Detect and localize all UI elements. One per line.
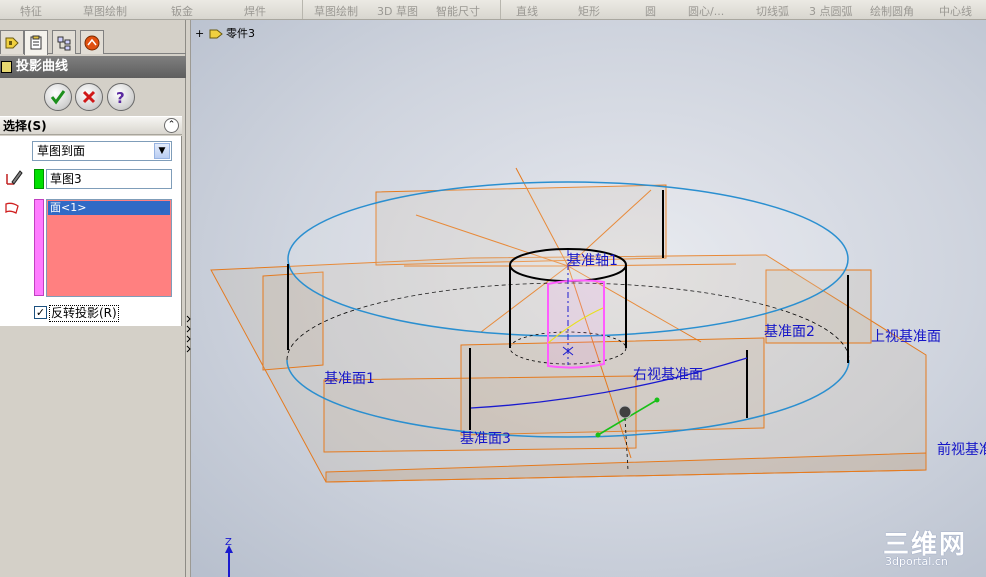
label-axis1[interactable]: 基准轴1	[567, 250, 618, 270]
label-plane3[interactable]: 基准面3	[460, 428, 511, 448]
3d-sketch-button[interactable]: 3D 草图	[377, 3, 418, 19]
toolbar-separator	[500, 0, 501, 19]
ok-button[interactable]	[44, 83, 72, 111]
feature-tree-icon	[5, 37, 19, 48]
tab-weldments[interactable]: 焊件	[244, 3, 266, 19]
circle-button[interactable]: 圆	[645, 3, 656, 19]
model-view	[210, 167, 927, 577]
sketch-to-project-field[interactable]: 草图3	[46, 169, 172, 189]
label-plane2[interactable]: 基准面2	[764, 321, 815, 341]
property-sheet-icon	[30, 35, 42, 50]
smart-dimension-button[interactable]: 智能尺寸	[436, 3, 480, 19]
line-button[interactable]: 直线	[516, 3, 538, 19]
list-item[interactable]: 面<1>	[48, 201, 170, 215]
sketch-endpoint[interactable]	[654, 397, 660, 403]
tab-property-manager[interactable]	[24, 30, 48, 55]
configuration-icon	[57, 36, 71, 50]
tab-dimxpert[interactable]	[80, 30, 104, 54]
chevron-down-icon[interactable]: ▼	[154, 143, 170, 159]
feature-tree-flyout[interactable]: + 零件3	[195, 25, 255, 41]
collapse-icon[interactable]: ⌃	[164, 118, 179, 133]
label-right-plane[interactable]: 右视基准面	[633, 364, 703, 384]
command-toolbar: 特征 草图绘制 钣金 焊件 草图绘制 3D 草图 智能尺寸 直线 矩形 圆 圆心…	[0, 0, 986, 20]
tab-features[interactable]: 特征	[20, 3, 42, 19]
tab-sketch[interactable]: 草图绘制	[83, 3, 127, 19]
rectangle-button[interactable]: 矩形	[578, 3, 600, 19]
3-point-arc-button[interactable]: 3 点圆弧	[809, 3, 853, 19]
section-title: 选择(S)	[3, 119, 47, 133]
watermark-url: 3dportal.cn	[885, 555, 948, 568]
label-plane1[interactable]: 基准面1	[324, 368, 375, 388]
label-front-plane[interactable]: 前视基准	[937, 439, 986, 459]
feature-title: 投影曲线	[16, 59, 69, 74]
triad-z-label: Z	[225, 537, 232, 548]
sketch-selection-color	[34, 169, 44, 189]
selections-section: 草图到面 ▼ 草图3 面<1> ✓ 反转投影(R)	[0, 136, 182, 326]
selections-section-header[interactable]: 选择(S) ⌃	[0, 116, 182, 135]
face-selection-color	[34, 199, 44, 296]
svg-text:?: ?	[116, 89, 125, 106]
projection-type-select[interactable]: 草图到面 ▼	[32, 141, 172, 161]
rotate-cursor-icon	[618, 405, 632, 419]
projection-type-value: 草图到面	[37, 144, 86, 158]
face-icon	[5, 202, 19, 214]
tab-feature-manager[interactable]	[0, 30, 24, 54]
help-icon: ?	[116, 89, 125, 106]
selected-face[interactable]	[547, 279, 605, 369]
property-manager-panel: 投影曲线 ? 选择(S) ⌃ 草图到面 ▼ 草图3 面<1> ✓ 反转投影(R)	[0, 20, 186, 577]
sketch-pencil-icon	[6, 170, 23, 185]
reverse-projection-checkbox[interactable]: ✓	[34, 306, 47, 319]
part-name: 零件3	[226, 27, 255, 40]
tab-sheet-metal[interactable]: 钣金	[171, 3, 193, 19]
toolbar-separator	[302, 0, 303, 19]
sketch-fillet-button[interactable]: 绘制圆角	[870, 3, 914, 19]
dimxpert-icon	[84, 35, 100, 50]
centerline-button[interactable]: 中心线	[939, 3, 972, 19]
property-manager-title: 投影曲线	[0, 56, 186, 78]
tab-configuration-manager[interactable]	[52, 30, 76, 54]
face-selection-list[interactable]: 面<1>	[46, 199, 172, 297]
graphics-area[interactable]: + 零件3 基准轴1 基准面2 上视基准面 基准面1 右视基准面 基准面3 前视…	[191, 20, 986, 577]
part-icon	[209, 29, 223, 39]
sketch-field-value: 草图3	[50, 172, 82, 186]
label-top-plane[interactable]: 上视基准面	[871, 326, 941, 346]
tangent-arc-button[interactable]: 切线弧	[756, 3, 789, 19]
expand-icon[interactable]: +	[195, 27, 205, 40]
sketch-button[interactable]: 草图绘制	[314, 3, 358, 19]
sketch-endpoint[interactable]	[595, 432, 601, 438]
checkmark-icon	[50, 90, 66, 105]
reverse-projection-label: 反转投影(R)	[49, 305, 119, 322]
centerpoint-arc-button[interactable]: 圆心/...	[688, 3, 724, 19]
manager-tabs	[0, 30, 186, 55]
cancel-button[interactable]	[75, 83, 103, 111]
projected-curve-icon	[1, 61, 12, 73]
help-button[interactable]: ?	[107, 83, 135, 111]
view-triad	[225, 545, 233, 577]
close-icon	[82, 90, 96, 104]
